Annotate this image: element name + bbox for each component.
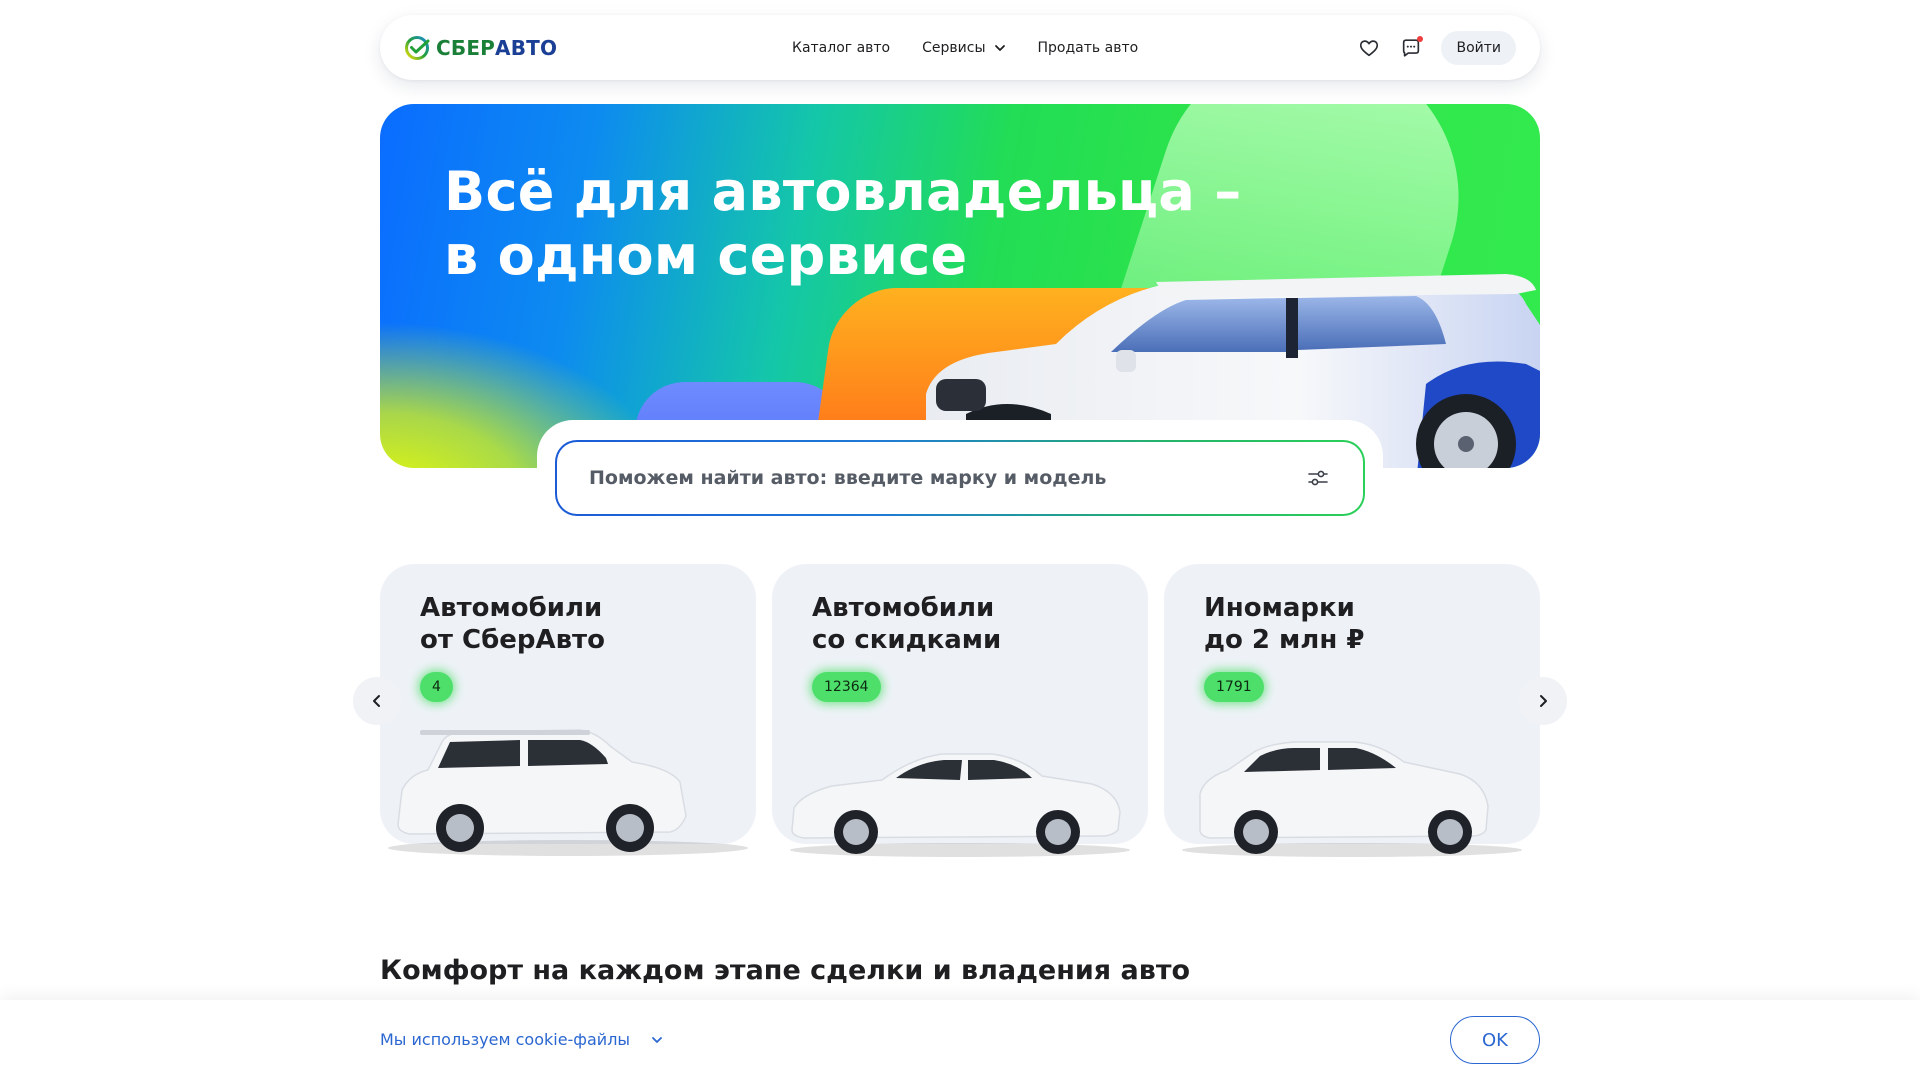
carousel-prev-button[interactable]: [353, 677, 401, 725]
cookie-ok-button[interactable]: OK: [1450, 1016, 1540, 1064]
card-title: Автомобили со скидками: [812, 593, 1002, 655]
search-input[interactable]: [589, 467, 1305, 489]
favorites-button[interactable]: [1357, 36, 1381, 60]
sberauto-logo[interactable]: СБЕРАВТО: [404, 35, 557, 61]
sber-logo-icon: [405, 35, 430, 60]
card-discount-cars[interactable]: Автомобили со скидками 12364: [772, 564, 1148, 857]
cookie-banner: Мы используем cookie-файлы OK: [0, 1000, 1920, 1080]
chevron-left-icon: [373, 695, 380, 707]
card-foreign-cars[interactable]: Иномарки до 2 млн ₽ 1791: [1164, 564, 1540, 857]
search-box: [555, 440, 1365, 516]
carousel-next-button[interactable]: [1519, 677, 1567, 725]
card-count-badge: 4: [420, 672, 453, 702]
card-count-badge: 1791: [1204, 672, 1264, 702]
heart-icon: [1360, 39, 1379, 56]
chat-button[interactable]: [1399, 35, 1424, 60]
card-count-badge: 12364: [812, 672, 881, 702]
cookie-toggle[interactable]: Мы используем cookie-файлы: [380, 1030, 664, 1049]
site-header: СБЕРАВТО Каталог авто Сервисы Продать ав…: [380, 15, 1540, 80]
logo-text: СБЕРАВТО: [436, 35, 558, 60]
chevron-down-icon: [994, 44, 1005, 51]
header-actions: Войти: [1357, 30, 1516, 65]
hatchback-car-image: [1182, 741, 1522, 857]
card-sberauto-cars[interactable]: Автомобили от СберАвто 4: [380, 564, 756, 856]
main-nav: Каталог авто Сервисы Продать авто: [792, 40, 1138, 56]
filter-sliders-icon[interactable]: [1305, 465, 1331, 491]
category-cards: Автомобили от СберАвто 4 Автомобили со с…: [380, 564, 1540, 864]
login-button[interactable]: Войти: [1441, 30, 1516, 65]
hero-title: Всё для автовладельца – в одном сервисе: [444, 160, 1242, 287]
chevron-right-icon: [1540, 695, 1547, 707]
suv-car-image: [388, 729, 748, 856]
search-field[interactable]: [557, 442, 1363, 514]
cookie-text: Мы используем cookie-файлы: [380, 1030, 631, 1049]
section-title: Комфорт на каждом этапе сделки и владени…: [380, 955, 1191, 986]
notification-dot: [1417, 35, 1424, 42]
sedan-car-image: [790, 753, 1130, 857]
nav-catalog[interactable]: Каталог авто: [792, 40, 890, 56]
card-title: Иномарки до 2 млн ₽: [1204, 593, 1365, 655]
nav-services[interactable]: Сервисы: [922, 40, 1005, 56]
hero-banner: Всё для автовладельца – в одном сервисе: [380, 104, 1540, 468]
card-title: Автомобили от СберАвто: [420, 593, 605, 655]
nav-sell-car[interactable]: Продать авто: [1038, 40, 1139, 56]
chevron-down-icon: [652, 1036, 662, 1043]
